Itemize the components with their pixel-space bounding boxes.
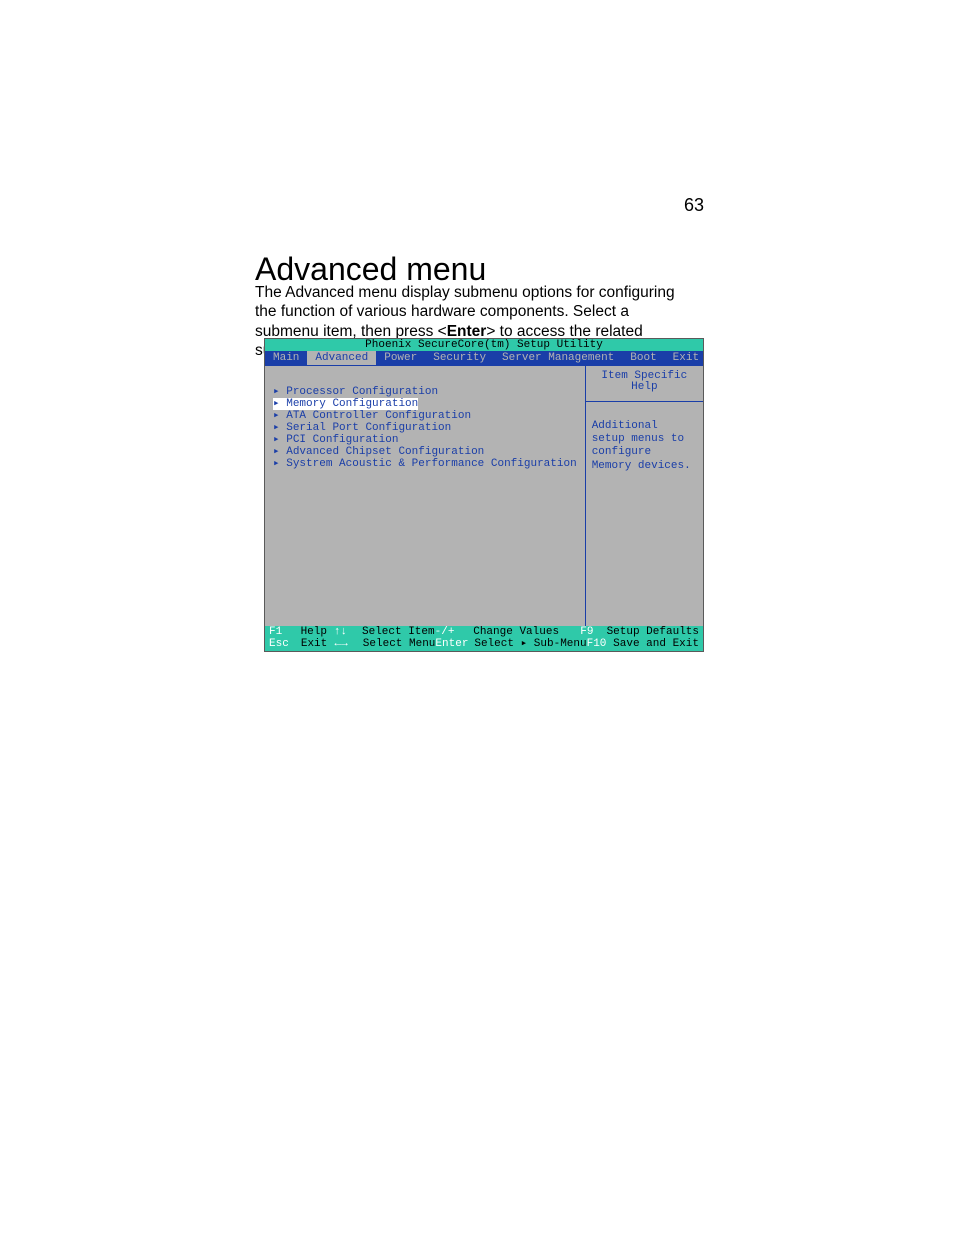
action-setup-defaults: Setup Defaults bbox=[607, 626, 699, 638]
menu-item-acoustic[interactable]: ▸ Systrem Acoustic & Performance Configu… bbox=[273, 458, 577, 470]
menu-item-serial[interactable]: ▸ Serial Port Configuration bbox=[273, 422, 577, 434]
tab-exit[interactable]: Exit bbox=[665, 351, 707, 365]
submenu-arrow-icon: ▸ bbox=[273, 458, 286, 470]
action-exit: Exit bbox=[301, 638, 335, 650]
tab-boot[interactable]: Boot bbox=[622, 351, 664, 365]
action-help: Help bbox=[301, 626, 334, 638]
page-number: 63 bbox=[684, 195, 704, 216]
action-change-values: Change Values bbox=[473, 626, 580, 638]
tab-advanced[interactable]: Advanced bbox=[307, 351, 376, 365]
footer-row-1: F1 Help ↑↓ Select Item -/+ Change Values… bbox=[269, 626, 699, 638]
menu-item-label: Memory Configuration bbox=[286, 398, 418, 410]
help-pane-body: Additional setup menus to configure Memo… bbox=[586, 402, 703, 479]
menu-item-pci[interactable]: ▸ PCI Configuration bbox=[273, 434, 577, 446]
bios-tab-bar: Main Advanced Power Security Server Mana… bbox=[265, 351, 703, 365]
menu-item-label: Systrem Acoustic & Performance Configura… bbox=[286, 458, 576, 470]
key-plusminus: -/+ bbox=[435, 626, 455, 638]
bios-screenshot: Phoenix SecureCore(tm) Setup Utility Mai… bbox=[264, 338, 704, 652]
menu-item-memory[interactable]: ▸ Memory Configuration bbox=[273, 398, 577, 410]
key-leftright: ←→ bbox=[334, 638, 347, 650]
bios-title-bar: Phoenix SecureCore(tm) Setup Utility bbox=[265, 339, 703, 351]
key-f10: F10 bbox=[587, 638, 607, 650]
menu-item-label: Processor Configuration bbox=[286, 386, 438, 398]
menu-item-label: Advanced Chipset Configuration bbox=[286, 446, 484, 458]
tab-power[interactable]: Power bbox=[376, 351, 425, 365]
action-select-item: Select Item bbox=[362, 626, 435, 638]
menu-item-label: PCI Configuration bbox=[286, 434, 398, 446]
key-enter: Enter bbox=[435, 638, 468, 650]
submenu-arrow-icon: ▸ bbox=[273, 398, 286, 410]
bios-footer: F1 Help ↑↓ Select Item -/+ Change Values… bbox=[265, 626, 703, 651]
bios-help-pane: Item Specific Help Additional setup menu… bbox=[586, 366, 703, 626]
footer-row-2: Esc Exit ←→ Select Menu Enter Select ▸ S… bbox=[269, 638, 699, 650]
tab-main[interactable]: Main bbox=[265, 351, 307, 365]
help-pane-title: Item Specific Help bbox=[586, 366, 703, 402]
menu-item-processor[interactable]: ▸ Processor Configuration bbox=[273, 386, 577, 398]
submenu-arrow-icon: ▸ bbox=[273, 434, 286, 446]
key-f1: F1 bbox=[269, 626, 282, 638]
key-f9: F9 bbox=[580, 626, 593, 638]
menu-item-label: Serial Port Configuration bbox=[286, 422, 451, 434]
key-updown: ↑↓ bbox=[334, 626, 347, 638]
submenu-arrow-icon: ▸ bbox=[273, 422, 286, 434]
tab-security[interactable]: Security bbox=[425, 351, 494, 365]
menu-item-chipset[interactable]: ▸ Advanced Chipset Configuration bbox=[273, 446, 577, 458]
action-select-menu: Select Menu bbox=[363, 638, 436, 650]
menu-item-ata[interactable]: ▸ ATA Controller Configuration bbox=[273, 410, 577, 422]
submenu-arrow-icon: ▸ bbox=[273, 386, 286, 398]
action-select-submenu: Select ▸ Sub-Menu bbox=[474, 638, 586, 650]
menu-item-label: ATA Controller Configuration bbox=[286, 410, 471, 422]
action-save-exit: Save and Exit bbox=[613, 638, 699, 650]
tab-server-management[interactable]: Server Management bbox=[494, 351, 622, 365]
bios-menu-pane: ▸ Processor Configuration ▸ Memory Confi… bbox=[265, 366, 586, 626]
submenu-arrow-icon: ▸ bbox=[273, 410, 286, 422]
bios-body: ▸ Processor Configuration ▸ Memory Confi… bbox=[265, 365, 703, 626]
submenu-arrow-icon: ▸ bbox=[273, 446, 286, 458]
key-esc: Esc bbox=[269, 638, 289, 650]
